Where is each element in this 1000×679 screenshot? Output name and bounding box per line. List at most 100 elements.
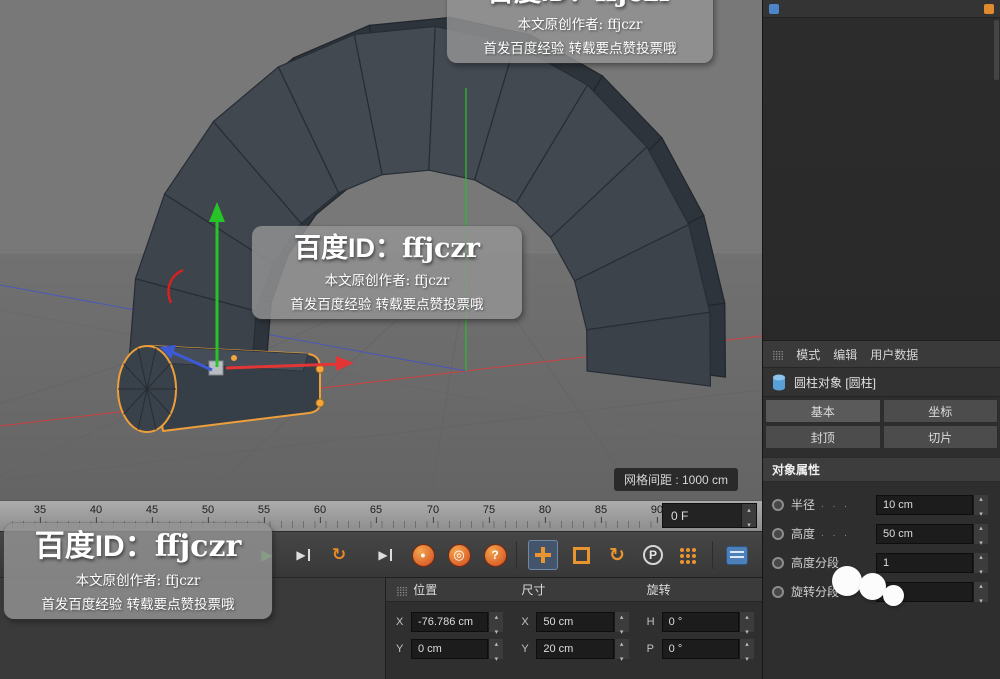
- c4d-window: 网格间距 : 1000 cm 35 40 45 50 55 60 65 70 7…: [0, 0, 1000, 679]
- help-button[interactable]: ?: [480, 540, 510, 570]
- keyframe-circle-icon[interactable]: [772, 527, 784, 540]
- position-x-cell: X -76.786 cm: [386, 611, 511, 633]
- tab-coordinates[interactable]: 坐标: [882, 399, 998, 423]
- current-frame-field[interactable]: 0 F: [662, 503, 757, 528]
- rotation-p-cell: P 0 °: [637, 638, 762, 660]
- size-y-cell: Y 20 cm: [511, 638, 636, 660]
- size-column-header: 尺寸: [511, 581, 636, 598]
- move-tool-button[interactable]: [528, 540, 558, 570]
- keyframe-circle-icon[interactable]: [772, 498, 784, 511]
- axis-label: Y: [521, 643, 529, 655]
- watermark-middle: 百度ID：ffjczr 本文原创作者: ffjczr 首发百度经验 转载要点赞投…: [252, 226, 522, 320]
- stepper[interactable]: [613, 639, 629, 659]
- leader-dots: . . .: [821, 528, 850, 539]
- attr-label: 高度分段: [791, 556, 840, 570]
- object-manager-panel[interactable]: [763, 18, 1000, 341]
- tick-label: 60: [313, 504, 327, 516]
- coordinate-system-button[interactable]: P: [638, 540, 668, 570]
- menu-user-data[interactable]: 用户数据: [870, 346, 918, 363]
- rotate-icon: [609, 544, 625, 567]
- coordinate-panel: 位置 尺寸 旋转 X -76.786 cm X 50 cm H: [385, 577, 762, 679]
- help-icon: ?: [483, 543, 507, 567]
- tick-label: 80: [538, 504, 552, 516]
- tab-slice[interactable]: 切片: [882, 425, 998, 449]
- scale-tool-button[interactable]: [566, 540, 596, 570]
- stepper[interactable]: [488, 612, 504, 632]
- arrow-up-icon: [745, 635, 749, 649]
- move-icon: [535, 547, 551, 563]
- arrow-up-icon: [495, 608, 499, 622]
- height-segments-field[interactable]: 1: [876, 552, 988, 573]
- tab-basic[interactable]: 基本: [765, 399, 881, 423]
- section-header: 对象属性: [763, 457, 1000, 482]
- arrow-up-icon: [747, 501, 751, 515]
- record-button[interactable]: [408, 540, 438, 570]
- height-field[interactable]: 50 cm: [876, 523, 988, 544]
- scale-icon: [572, 546, 590, 564]
- size-x-cell: X 50 cm: [511, 611, 636, 633]
- menu-mode[interactable]: 模式: [796, 346, 820, 363]
- stepper[interactable]: [488, 639, 504, 659]
- arrow-down-icon: [979, 563, 983, 577]
- tick-label: 35: [33, 504, 47, 516]
- size-x-field[interactable]: 50 cm: [536, 612, 629, 632]
- stepper[interactable]: [973, 552, 988, 573]
- arrow-down-icon: [747, 516, 751, 530]
- handle-dot[interactable]: [231, 355, 237, 361]
- watermark-ball: [832, 566, 862, 596]
- autokey-button[interactable]: [444, 540, 474, 570]
- axis-label: X: [396, 616, 404, 628]
- autokey-icon: [447, 543, 471, 567]
- menu-edit[interactable]: 编辑: [833, 346, 857, 363]
- stepper[interactable]: [973, 523, 988, 544]
- stepper[interactable]: [973, 494, 988, 515]
- tick-label: 50: [201, 504, 215, 516]
- rotate-tool-button[interactable]: [602, 540, 632, 570]
- arrow-up-icon: [620, 608, 624, 622]
- goto-end-button[interactable]: [370, 540, 400, 570]
- step-forward-button[interactable]: [288, 540, 318, 570]
- axis-label: H: [646, 616, 655, 628]
- tick-label: 75: [482, 504, 496, 516]
- stepper[interactable]: [739, 612, 754, 632]
- tab-caps[interactable]: 封顶: [765, 425, 881, 449]
- rotation-p-field[interactable]: 0 °: [661, 639, 754, 659]
- rotation-h-field[interactable]: 0 °: [661, 612, 754, 632]
- arrow-down-icon: [979, 592, 983, 606]
- stepper[interactable]: [973, 581, 988, 602]
- axis-label: P: [646, 643, 654, 655]
- loop-playback-button[interactable]: [324, 540, 354, 570]
- separator: [712, 541, 713, 569]
- film-icon: [726, 545, 748, 565]
- keyframe-circle-icon[interactable]: [772, 585, 784, 598]
- radius-field[interactable]: 10 cm: [876, 494, 988, 515]
- panel-header-blue-icon[interactable]: [769, 3, 779, 14]
- size-y-field[interactable]: 20 cm: [536, 639, 629, 659]
- keyframe-circle-icon[interactable]: [772, 556, 784, 569]
- stepper[interactable]: [613, 612, 629, 632]
- height-row: 高度 . . . 50 cm: [763, 519, 1000, 548]
- grip-icon[interactable]: [772, 347, 783, 361]
- tick-label: 40: [89, 504, 103, 516]
- radius-row: 半径 . . . 10 cm: [763, 490, 1000, 519]
- position-column-header: 位置: [386, 581, 511, 598]
- position-y-field[interactable]: 0 cm: [411, 639, 504, 659]
- watermark-ball: [859, 573, 886, 600]
- frame-value[interactable]: 0 F: [663, 504, 741, 527]
- record-icon: [411, 543, 435, 567]
- position-x-field[interactable]: -76.786 cm: [411, 612, 504, 632]
- grip-icon[interactable]: [396, 583, 407, 597]
- dots-grid-icon: [680, 548, 684, 552]
- frame-stepper[interactable]: [741, 504, 756, 527]
- attr-label: 高度: [791, 527, 816, 541]
- panel-header-orange-icon[interactable]: [984, 3, 994, 14]
- arrow-up-icon: [620, 635, 624, 649]
- handle-dot[interactable]: [315, 398, 325, 408]
- arrow-up-icon: [979, 577, 983, 591]
- render-settings-button[interactable]: [722, 540, 752, 570]
- stepper[interactable]: [739, 639, 754, 659]
- scrollbar[interactable]: [994, 20, 999, 80]
- keyframe-selection-button[interactable]: [672, 540, 702, 570]
- object-title: 圆柱对象 [圆柱]: [794, 375, 877, 390]
- step-forward-icon: [296, 548, 309, 562]
